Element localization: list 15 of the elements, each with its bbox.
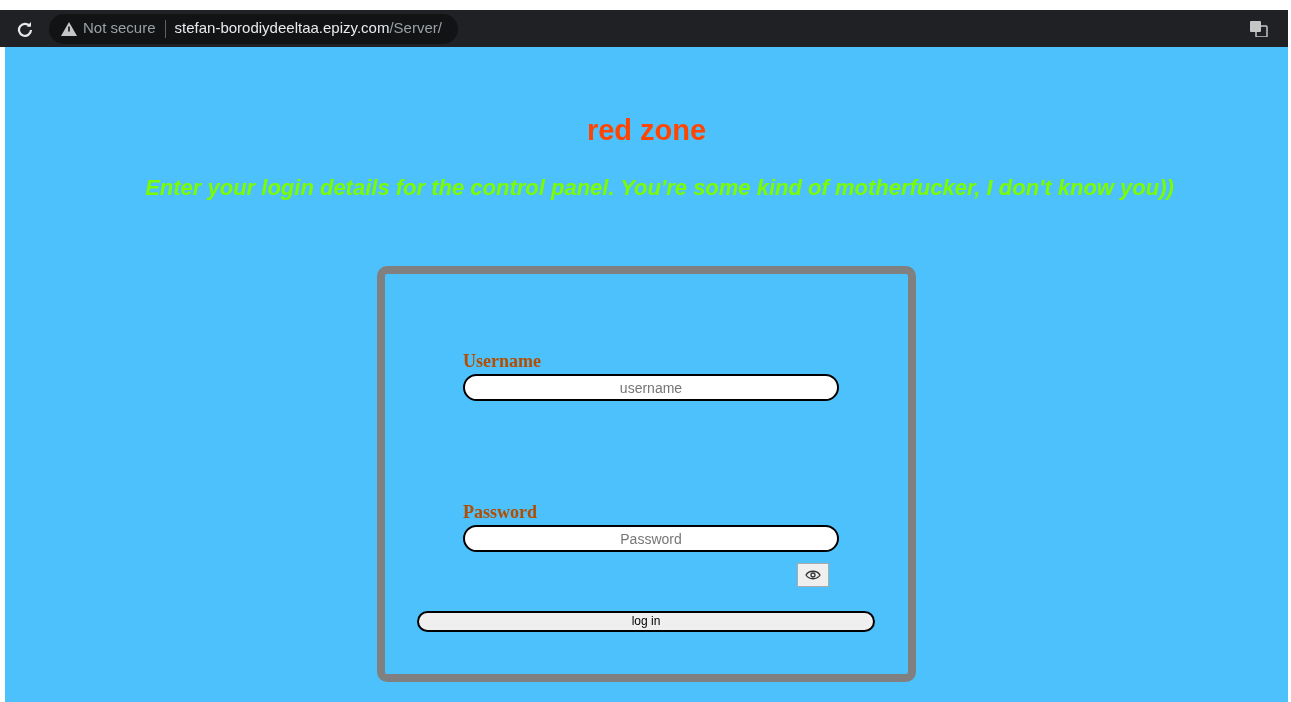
security-label: Not secure bbox=[83, 18, 156, 39]
reload-icon[interactable] bbox=[17, 20, 33, 37]
warning-icon bbox=[61, 21, 77, 36]
page-subtitle: Enter your login details for the control panel. You're some kind of motherfucker, I don't know you)) bbox=[145, 175, 1174, 201]
login-button[interactable]: log in bbox=[417, 611, 875, 632]
eye-icon bbox=[805, 570, 821, 580]
password-field[interactable]: Password bbox=[463, 525, 839, 552]
username-label: Username bbox=[463, 351, 542, 371]
translate-icon[interactable] bbox=[1250, 20, 1268, 37]
show-password-button[interactable] bbox=[797, 563, 829, 587]
address-bar[interactable]: Not secure stefan-borodiydeeltaa.epizy.com/Server/ bbox=[49, 13, 458, 44]
password-label: Password bbox=[463, 502, 538, 522]
username-field[interactable]: username bbox=[463, 374, 839, 401]
page-title: red zone bbox=[586, 113, 707, 147]
url-text: stefan-borodiydeeltaa.epizy.com/Server/ bbox=[174, 18, 442, 39]
